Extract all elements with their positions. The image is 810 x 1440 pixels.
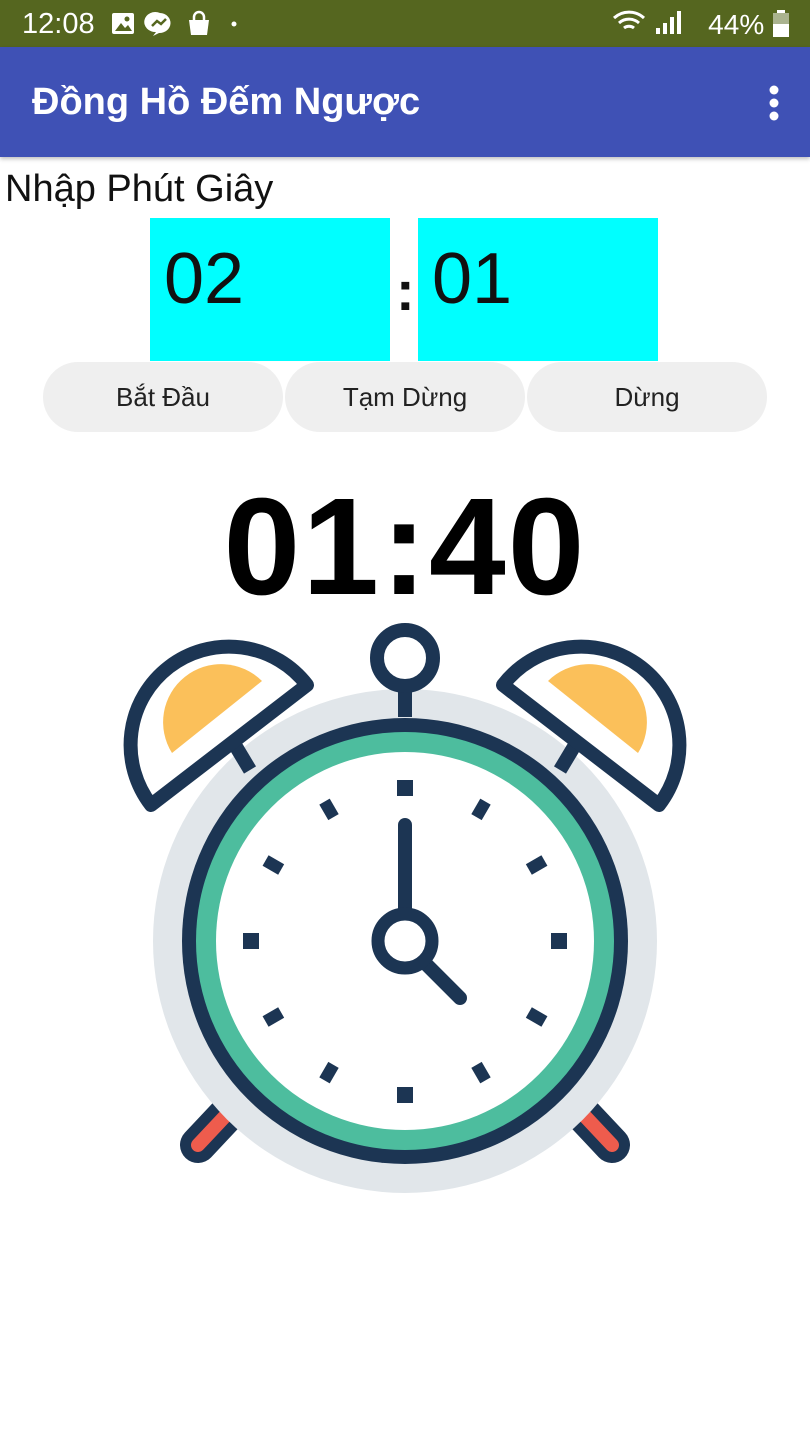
status-bar: 12:08 44% (0, 0, 810, 47)
start-button[interactable]: Bắt Đầu (43, 362, 283, 432)
input-label: Nhập Phút Giây (5, 168, 274, 210)
battery-percentage: 44% (708, 9, 765, 40)
cell-signal-icon (656, 11, 682, 34)
countdown-display: 01:40 (223, 470, 587, 624)
battery-icon (773, 10, 789, 37)
gallery-icon (112, 13, 134, 34)
status-time: 12:08 (22, 8, 95, 40)
minutes-value: 02 (164, 239, 245, 319)
app-title: Đồng Hồ Đếm Ngược (32, 81, 421, 123)
messenger-icon (144, 12, 171, 37)
pause-button[interactable]: Tạm Dừng (285, 362, 525, 432)
stop-button[interactable]: Dừng (527, 362, 767, 432)
seconds-input[interactable]: 01 (418, 218, 658, 361)
seconds-value: 01 (432, 239, 513, 319)
minutes-input[interactable]: 02 (150, 218, 390, 361)
alarm-clock-icon (123, 623, 687, 1193)
clock-top-knob (370, 623, 440, 693)
dot-icon (231, 21, 237, 27)
clock-center (371, 907, 439, 975)
notification-icons (112, 10, 237, 37)
input-separator: : (396, 259, 415, 322)
wifi-icon (613, 10, 646, 30)
shopping-bag-icon (189, 10, 209, 35)
status-right: 44% (612, 8, 790, 41)
more-vert-icon[interactable] (768, 85, 780, 121)
app-bar: Đồng Hồ Đếm Ngược (0, 47, 810, 157)
signal-icons (613, 10, 682, 34)
